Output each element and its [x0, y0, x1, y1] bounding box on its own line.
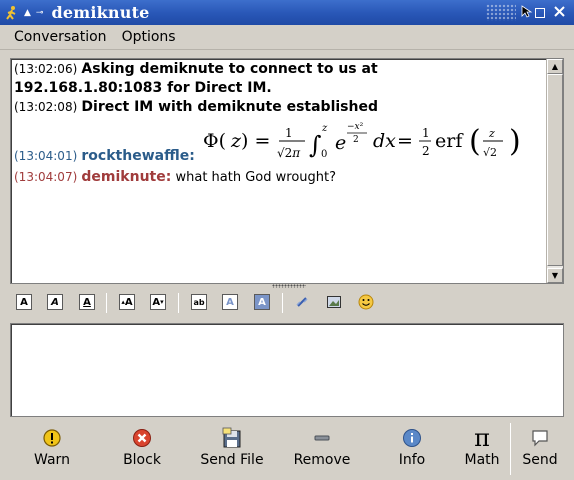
message-row: (13:02:08) Direct IM with demiknute esta…	[14, 98, 378, 117]
larger-text-icon[interactable]: ▴ A	[119, 294, 135, 310]
timestamp: (13:02:06)	[14, 62, 78, 76]
block-icon	[133, 429, 151, 447]
svg-text:e: e	[335, 132, 346, 154]
maximize-button[interactable]	[535, 8, 545, 18]
svg-text:−x²: −x²	[347, 122, 364, 132]
timestamp: (13:04:07)	[14, 170, 78, 184]
image-icon[interactable]	[326, 294, 342, 310]
remove-icon	[314, 435, 330, 441]
svg-text:) =: ) =	[241, 130, 270, 152]
warning-icon	[43, 429, 61, 447]
warn-label: Warn	[34, 452, 70, 468]
svg-text:=: =	[397, 130, 413, 152]
title-bar: ▲ ⊸ demiknute	[0, 0, 574, 25]
system-message: Direct IM with demiknute established	[81, 99, 378, 115]
floppy-disk-icon	[222, 427, 241, 448]
smiley-icon[interactable]	[358, 294, 374, 310]
foreground-color-icon[interactable]: A	[222, 294, 238, 310]
sticky-icon[interactable]: ▲	[24, 8, 31, 18]
timestamp: (13:02:08)	[14, 100, 78, 114]
svg-text:1: 1	[422, 126, 430, 140]
svg-text:2: 2	[353, 135, 359, 145]
svg-text:z: z	[488, 127, 495, 140]
message-row: (13:04:07) demiknute: what hath God wrou…	[14, 168, 336, 187]
font-face-icon[interactable]: ab	[191, 294, 207, 310]
window-title: demiknute	[51, 3, 150, 22]
svg-text:(: (	[469, 124, 481, 159]
bold-icon[interactable]: A	[16, 294, 32, 310]
svg-text:0: 0	[321, 149, 327, 160]
conversation-scrollbar[interactable]: ▲ ▼	[546, 59, 563, 283]
math-formula: Φ( z ) = 1 √2π ∫ z 0 e −x² 2 dx = 1 2 er…	[203, 122, 521, 160]
cursor-icon	[521, 5, 533, 18]
message-text: what hath God wrought?	[175, 170, 337, 185]
underline-icon[interactable]: A	[79, 294, 95, 310]
menu-bar: Conversation Options	[0, 25, 574, 50]
svg-text:√2π: √2π	[277, 146, 301, 160]
sender-name: rockthewaffle:	[81, 148, 195, 164]
pane-splitter-handle[interactable]	[272, 284, 306, 288]
message-row: (13:02:06) Asking demiknute to connect t…	[14, 60, 394, 98]
titlebar-dots	[486, 4, 516, 21]
toolbar-separator	[178, 293, 179, 313]
menu-conversation[interactable]: Conversation	[14, 29, 107, 45]
svg-text:∫: ∫	[309, 131, 322, 159]
info-icon	[403, 429, 421, 447]
timestamp: (13:04:01)	[14, 149, 78, 163]
svg-text:): )	[509, 124, 521, 159]
sender-name: demiknute:	[81, 169, 172, 185]
message-row: (13:04:01) rockthewaffle:	[14, 147, 195, 166]
action-bar: Warn Block Send File Remove Info π Math …	[0, 420, 574, 480]
smaller-text-icon[interactable]: A ▾	[150, 294, 166, 310]
toolbar-separator	[106, 293, 107, 313]
formatting-toolbar: A A A ▴ A A ▾ ab A A	[10, 291, 564, 313]
svg-text:erf: erf	[435, 130, 464, 152]
svg-text:Φ(: Φ(	[203, 130, 226, 152]
svg-text:2: 2	[422, 144, 430, 158]
send-file-button[interactable]: Send File	[197, 426, 267, 476]
block-label: Block	[123, 452, 161, 468]
scroll-down-button[interactable]: ▼	[547, 268, 563, 283]
scroll-up-button[interactable]: ▲	[547, 59, 563, 74]
scroll-thumb[interactable]	[547, 74, 563, 266]
background-color-icon[interactable]: A	[254, 294, 270, 310]
info-label: Info	[398, 452, 426, 468]
block-button[interactable]: Block	[107, 426, 177, 476]
send-label: Send	[522, 452, 558, 468]
send-file-label: Send File	[200, 452, 264, 468]
svg-text:√2: √2	[483, 146, 497, 159]
menu-options[interactable]: Options	[122, 29, 176, 45]
warn-button[interactable]: Warn	[17, 426, 87, 476]
toolbar-separator	[282, 293, 283, 313]
svg-text:1: 1	[285, 126, 293, 140]
svg-text:z: z	[321, 123, 328, 134]
info-button[interactable]: Info	[377, 426, 447, 476]
speech-bubble-icon	[532, 430, 548, 447]
italic-icon[interactable]: A	[47, 294, 63, 310]
link-icon[interactable]	[294, 294, 310, 310]
send-button[interactable]: Send	[505, 426, 574, 476]
remove-button[interactable]: Remove	[287, 426, 357, 476]
svg-text:dx: dx	[373, 130, 396, 152]
message-input[interactable]	[10, 323, 564, 417]
conversation-view[interactable]: (13:02:06) Asking demiknute to connect t…	[10, 58, 564, 284]
remove-label: Remove	[293, 452, 351, 468]
running-man-icon	[6, 5, 16, 20]
pin-icon[interactable]: ⊸	[36, 8, 44, 18]
close-button[interactable]	[553, 5, 566, 18]
pi-icon: π	[474, 424, 490, 452]
